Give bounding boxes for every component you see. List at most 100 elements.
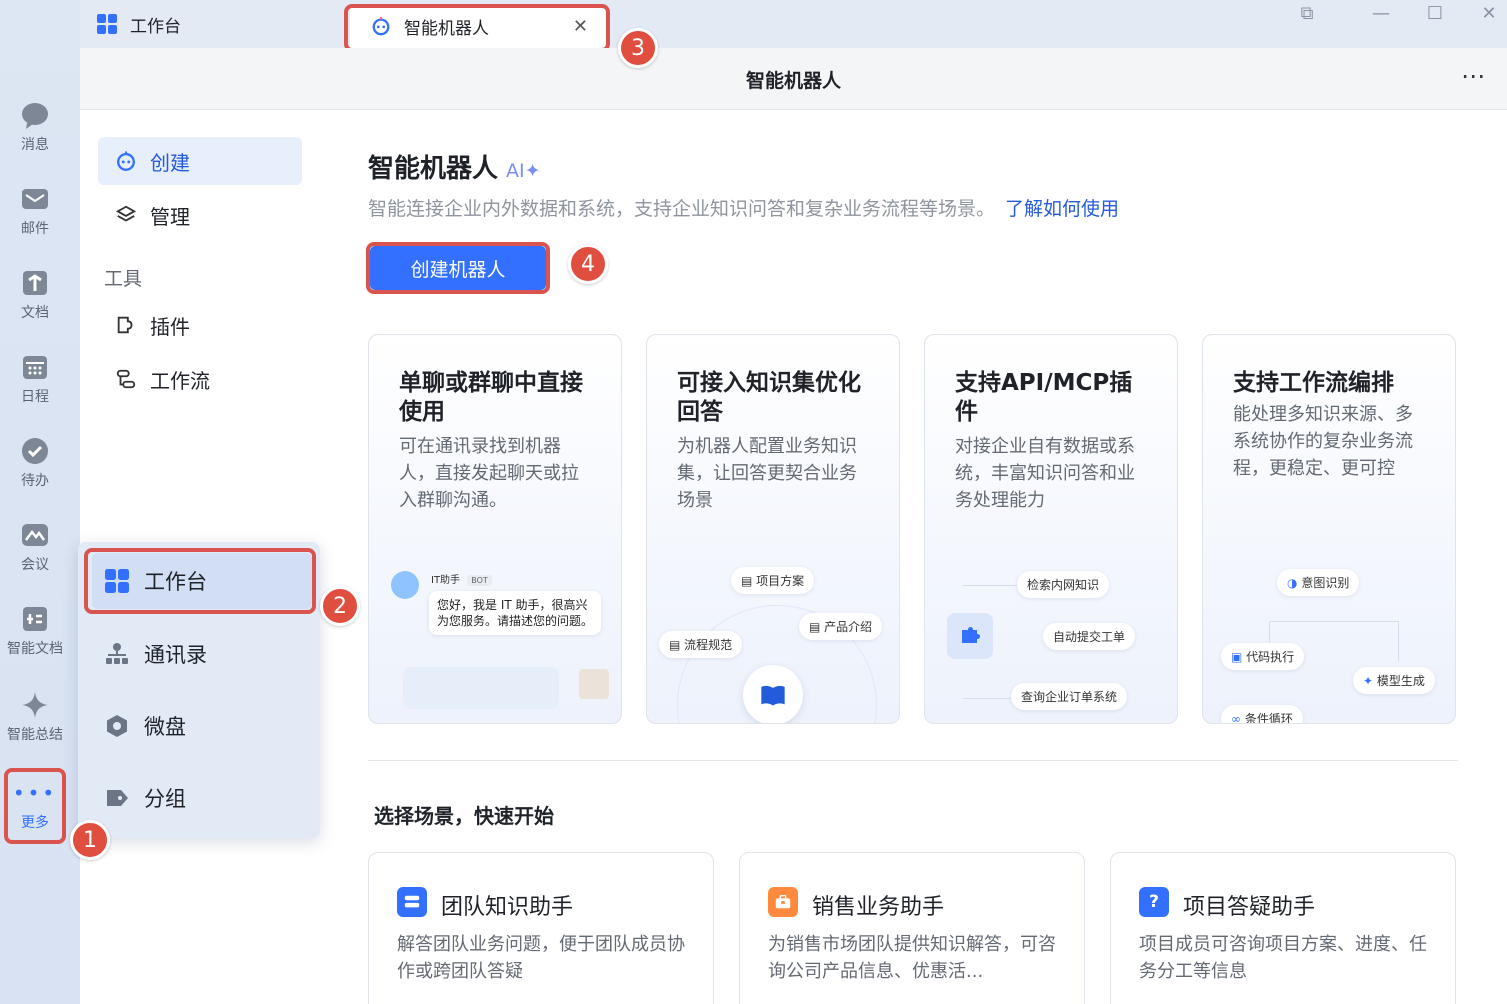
briefcase-icon <box>768 887 798 917</box>
robot-icon <box>370 15 392 37</box>
feature-desc: 对接企业自有数据或系统，丰富知识问答和业务处理能力 <box>955 436 1135 511</box>
scenario-card-project[interactable]: ? 项目答疑助手 项目成员可咨询项目方案、进度、任务分工等信息 <box>1110 852 1456 1004</box>
popup-label: 通讯录 <box>144 643 207 667</box>
rail-item-mail[interactable]: 邮件 <box>0 184 70 238</box>
smart-doc-icon <box>20 604 50 634</box>
tab-smart-robot[interactable]: 智能机器人 ✕ <box>350 4 606 48</box>
rail-item-todo[interactable]: 待办 <box>0 436 70 490</box>
pill-auto-ticket: 自动提交工单 <box>1043 623 1136 650</box>
tag-icon <box>104 785 130 811</box>
step-badge-1: 1 <box>70 820 110 860</box>
grid-icon <box>96 13 118 35</box>
pill-model-gen: ✦ 模型生成 <box>1353 667 1435 694</box>
pill-text: 模型生成 <box>1376 674 1425 688</box>
rail-label: 邮件 <box>21 221 49 237</box>
title-bar: 工作台 智能机器人 ✕ ⧉ — ☐ ✕ <box>80 0 1507 48</box>
page-title: 智能机器人 <box>745 70 841 92</box>
rail-label: 智能总结 <box>7 727 63 743</box>
tab-label: 智能机器人 <box>404 18 489 39</box>
workflow-icon <box>114 367 138 391</box>
bot-name-text: IT助手 <box>431 575 461 586</box>
rail-label: 会议 <box>21 557 49 573</box>
drive-icon <box>104 713 130 739</box>
chat-bubble: 您好，我是 IT 助手，很高兴为您服务。请描述您的问题。 <box>429 591 601 635</box>
popup-item-drive[interactable]: 微盘 <box>92 698 312 754</box>
bot-tag: BOT <box>467 575 492 586</box>
rail-item-docs[interactable]: 文档 <box>0 268 70 322</box>
rail-item-smart-doc[interactable]: 智能文档 <box>0 604 70 658</box>
main-title-text: 智能机器人 <box>368 154 499 184</box>
page-header: 智能机器人 ⋯ <box>80 48 1507 110</box>
feature-title: 单聊或群聊中直接使用 <box>399 370 583 425</box>
sidenav-label: 插件 <box>150 314 190 339</box>
step-badge-2: 2 <box>320 586 360 626</box>
pin-window-icon[interactable]: ⧉ <box>1294 0 1320 26</box>
minimize-icon[interactable]: — <box>1368 0 1394 26</box>
feature-desc: 可在通讯录找到机器人，直接发起聊天或拉入群聊沟通。 <box>399 436 579 511</box>
create-robot-button[interactable]: 创建机器人 <box>370 246 546 290</box>
sidenav-label: 工作流 <box>150 368 210 393</box>
puzzle-icon <box>947 613 993 659</box>
mail-icon <box>20 184 50 214</box>
feature-card-knowledge: 可接入知识集优化回答 为机器人配置业务知识集，让回答更契合业务场景 ▤ 项目方案… <box>646 334 900 724</box>
feature-title: 支持API/MCP插件 <box>955 370 1133 425</box>
section-divider <box>368 760 1458 761</box>
rail-item-smart-summary[interactable]: 智能总结 <box>0 690 70 744</box>
scenario-card-sales[interactable]: 销售业务助手 为销售市场团队提供知识解答，可咨询公司产品信息、优惠活... <box>739 852 1085 1004</box>
sidenav-plugins[interactable]: 插件 <box>98 301 302 349</box>
rail-item-calendar[interactable]: 日程 <box>0 352 70 406</box>
feature-title: 可接入知识集优化回答 <box>677 370 861 425</box>
feature-card-api: 支持API/MCP插件 对接企业自有数据或系统，丰富知识问答和业务处理能力 检索… <box>924 334 1178 724</box>
robot-icon <box>114 149 138 173</box>
scenario-section-title: 选择场景，快速开始 <box>374 804 554 828</box>
chat-input-placeholder <box>403 667 559 709</box>
feature-desc: 为机器人配置业务知识集，让回答更契合业务场景 <box>677 436 857 511</box>
message-icon <box>20 100 50 130</box>
close-icon[interactable]: ✕ <box>573 16 588 37</box>
popup-item-workbench[interactable]: 工作台 <box>92 553 312 609</box>
calendar-icon <box>20 352 50 382</box>
pill-search-intranet: 检索内网知识 <box>1017 571 1110 598</box>
feature-card-workflow: 支持工作流编排 能处理多知识来源、多系统协作的复杂业务流程，更稳定、更可控 ◑ … <box>1202 334 1456 724</box>
tab-label: 工作台 <box>130 16 181 37</box>
step-badge-4: 4 <box>568 244 608 284</box>
scenario-desc: 解答团队业务问题，便于团队成员协作或跨团队答疑 <box>397 934 685 982</box>
learn-how-link[interactable]: 了解如何使用 <box>1005 198 1119 220</box>
bot-avatar <box>391 571 419 599</box>
knowledge-base-icon <box>397 887 427 917</box>
ai-badge: AI✦ <box>506 160 541 182</box>
sidenav-manage[interactable]: 管理 <box>98 191 302 239</box>
more-options-icon[interactable]: ⋯ <box>1461 62 1487 90</box>
rail-label: 更多 <box>21 815 49 831</box>
feature-desc: 能处理多知识来源、多系统协作的复杂业务流程，更稳定、更可控 <box>1233 404 1413 479</box>
main-description: 智能连接企业内外数据和系统，支持企业知识问答和复杂业务流程等场景。 了解如何使用 <box>368 194 1119 221</box>
rail-label: 文档 <box>21 305 49 321</box>
scenario-title: 团队知识助手 <box>441 895 574 920</box>
pill-query-orders: 查询企业订单系统 <box>1011 683 1128 710</box>
rail-item-messages[interactable]: 消息 <box>0 100 70 154</box>
rail-item-meeting[interactable]: 会议 <box>0 520 70 574</box>
window-close-icon[interactable]: ✕ <box>1476 0 1502 26</box>
meeting-icon <box>20 520 50 550</box>
user-avatar <box>579 669 609 699</box>
pill-text: 流程规范 <box>684 638 733 652</box>
tab-workbench[interactable]: 工作台 <box>96 6 181 42</box>
contacts-icon <box>104 641 130 667</box>
description-text: 智能连接企业内外数据和系统，支持企业知识问答和复杂业务流程等场景。 <box>368 198 996 220</box>
maximize-icon[interactable]: ☐ <box>1422 0 1448 26</box>
scenario-card-team-knowledge[interactable]: 团队知识助手 解答团队业务问题，便于团队成员协作或跨团队答疑 <box>368 852 714 1004</box>
pill-text: 意图识别 <box>1301 576 1350 590</box>
popup-label: 微盘 <box>144 715 186 739</box>
pill-process-spec: ▤ 流程规范 <box>659 631 743 658</box>
pill-product-intro: ▤ 产品介绍 <box>799 613 883 640</box>
left-rail: 消息 邮件 文档 日程 待办 会议 智能文档 智能总结 ••• 更多 <box>0 0 80 1004</box>
sidenav-workflow[interactable]: 工作流 <box>98 355 302 403</box>
bot-name: IT助手 BOT <box>431 571 492 586</box>
rail-label: 日程 <box>21 389 49 405</box>
scenario-desc: 为销售市场团队提供知识解答，可咨询公司产品信息、优惠活... <box>768 934 1056 982</box>
popup-item-contacts[interactable]: 通讯录 <box>92 626 312 682</box>
pill-text: 条件循环 <box>1244 712 1293 724</box>
sidenav-create[interactable]: 创建 <box>98 137 302 185</box>
rail-item-more[interactable]: ••• 更多 <box>0 778 70 832</box>
popup-item-groups[interactable]: 分组 <box>92 770 312 826</box>
